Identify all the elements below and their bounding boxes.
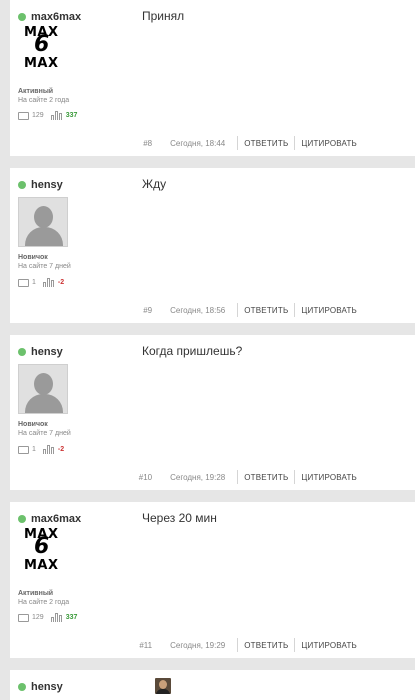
post-number[interactable]: #9 xyxy=(143,306,152,315)
post-time: Сегодня, 19:29 xyxy=(170,640,226,650)
author-name-link[interactable]: max6max xyxy=(31,513,81,525)
reputation-value: -2 xyxy=(57,279,65,286)
user-stats: 129 337 xyxy=(18,111,77,120)
post-footer: #8 Сегодня, 18:44 ОТВЕТИТЬ ЦИТИРОВАТЬ xyxy=(143,133,415,153)
silhouette-head xyxy=(34,373,53,395)
post-footer: #9 Сегодня, 18:56 ОТВЕТИТЬ ЦИТИРОВАТЬ xyxy=(143,300,415,320)
reply-button[interactable]: ОТВЕТИТЬ xyxy=(238,641,294,650)
comments-icon xyxy=(18,111,29,120)
reputation-icon xyxy=(50,613,63,622)
avatar[interactable] xyxy=(18,364,68,414)
user-since: На сайте 2 года xyxy=(18,599,70,606)
author-name-link[interactable]: hensy xyxy=(31,346,63,358)
post-message: Через 20 мин xyxy=(142,511,217,525)
reputation-value: 337 xyxy=(65,614,78,621)
post-footer: #11 Сегодня, 19:29 ОТВЕТИТЬ ЦИТИРОВАТЬ xyxy=(139,635,415,655)
message-image[interactable] xyxy=(155,678,171,694)
user-since: На сайте 2 года xyxy=(18,97,70,104)
reputation-icon xyxy=(42,278,55,287)
forum-post: hensy Жду Новичок На сайте 7 дней 1 -2 #… xyxy=(10,168,415,323)
reputation-icon xyxy=(50,111,63,120)
comments-icon xyxy=(18,278,29,287)
post-author: hensy xyxy=(18,179,63,191)
reply-button[interactable]: ОТВЕТИТЬ xyxy=(238,139,294,148)
comments-count: 1 xyxy=(32,446,36,453)
author-name-link[interactable]: hensy xyxy=(31,179,63,191)
comments-count: 1 xyxy=(32,279,36,286)
online-status-icon xyxy=(18,348,26,356)
forum-post: hensy Когда пришлешь? Новичок На сайте 7… xyxy=(10,335,415,490)
quote-button[interactable]: ЦИТИРОВАТЬ xyxy=(295,473,415,482)
comments-count: 129 xyxy=(32,614,44,621)
post-author: hensy xyxy=(18,681,63,693)
post-number[interactable]: #11 xyxy=(139,641,152,650)
online-status-icon xyxy=(18,13,26,21)
post-author: max6max xyxy=(18,513,81,525)
face-icon xyxy=(159,680,167,689)
post-message: Когда пришлешь? xyxy=(142,344,243,358)
post-number[interactable]: #8 xyxy=(143,139,152,148)
reply-button[interactable]: ОТВЕТИТЬ xyxy=(238,306,294,315)
avatar[interactable]: MAX 6 MAX xyxy=(20,25,66,71)
user-stats: 1 -2 xyxy=(18,278,64,287)
quote-button[interactable]: ЦИТИРОВАТЬ xyxy=(295,139,415,148)
post-time: Сегодня, 19:28 xyxy=(170,472,226,482)
reply-button[interactable]: ОТВЕТИТЬ xyxy=(238,473,294,482)
author-name-link[interactable]: max6max xyxy=(31,11,81,23)
user-stats: 1 -2 xyxy=(18,445,64,454)
forum-post: hensy xyxy=(10,670,415,700)
comments-icon xyxy=(18,445,29,454)
quote-button[interactable]: ЦИТИРОВАТЬ xyxy=(295,306,415,315)
quote-button[interactable]: ЦИТИРОВАТЬ xyxy=(295,641,415,650)
silhouette-body xyxy=(25,394,63,413)
forum-post: max6max Принял MAX 6 MAX Активный На сай… xyxy=(10,0,415,156)
user-since: На сайте 7 дней xyxy=(18,430,71,437)
avatar[interactable]: MAX 6 MAX xyxy=(20,527,66,573)
online-status-icon xyxy=(18,181,26,189)
post-number[interactable]: #10 xyxy=(139,473,152,482)
post-footer: #10 Сегодня, 19:28 ОТВЕТИТЬ ЦИТИРОВАТЬ xyxy=(139,467,415,487)
avatar[interactable] xyxy=(18,197,68,247)
reputation-icon xyxy=(42,445,55,454)
silhouette-head xyxy=(34,206,53,228)
comments-icon xyxy=(18,613,29,622)
online-status-icon xyxy=(18,683,26,691)
post-message: Принял xyxy=(142,9,185,23)
forum-post: max6max Через 20 мин MAX 6 MAX Активный … xyxy=(10,502,415,658)
user-rank: Активный xyxy=(18,88,54,95)
reputation-value: 337 xyxy=(65,112,78,119)
author-name-link[interactable]: hensy xyxy=(31,681,63,693)
user-since: На сайте 7 дней xyxy=(18,263,71,270)
post-author: max6max xyxy=(18,11,81,23)
online-status-icon xyxy=(18,515,26,523)
comments-count: 129 xyxy=(32,112,44,119)
user-rank: Новичок xyxy=(18,421,48,428)
post-author: hensy xyxy=(18,346,63,358)
silhouette-body xyxy=(25,227,63,246)
post-message: Жду xyxy=(142,177,167,191)
user-stats: 129 337 xyxy=(18,613,77,622)
shoulders-icon xyxy=(156,689,170,694)
post-time: Сегодня, 18:44 xyxy=(170,138,226,148)
user-rank: Новичок xyxy=(18,254,48,261)
user-rank: Активный xyxy=(18,590,54,597)
reputation-value: -2 xyxy=(57,446,65,453)
post-time: Сегодня, 18:56 xyxy=(170,305,226,315)
